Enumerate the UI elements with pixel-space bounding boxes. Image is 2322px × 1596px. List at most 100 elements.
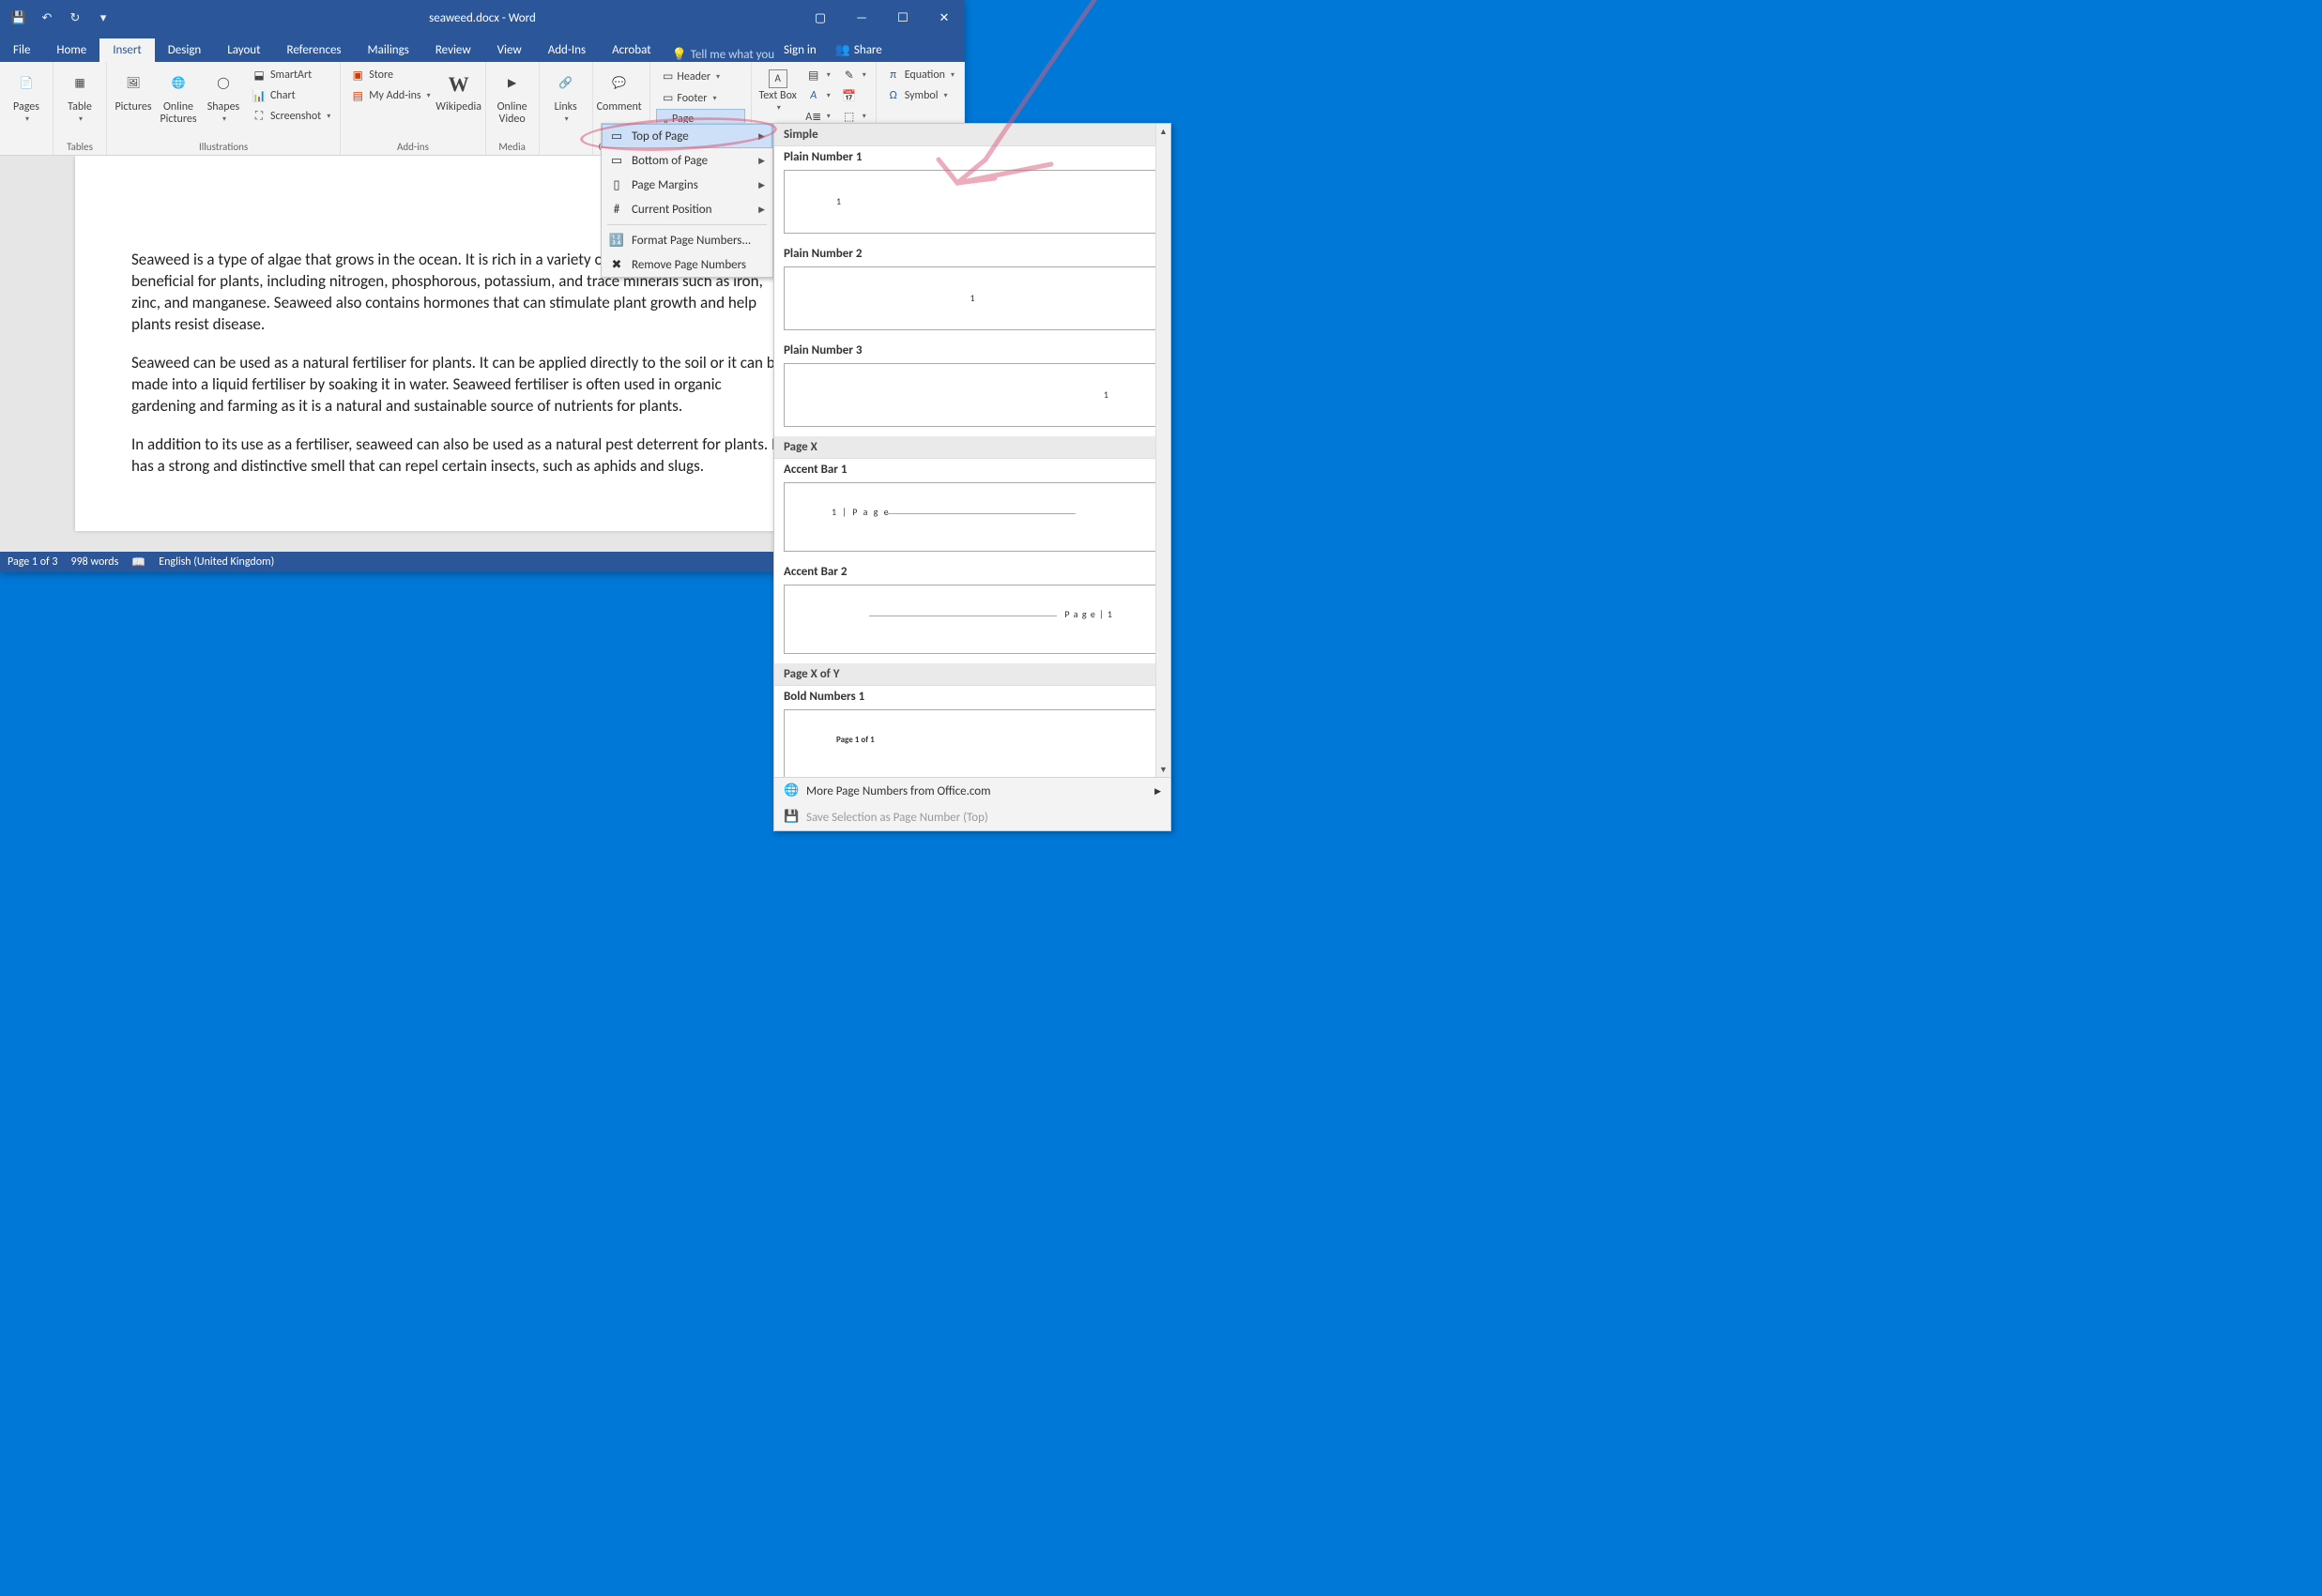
gallery-item-plain-number-1[interactable]: 1 — [784, 170, 1161, 234]
page-icon: 📄 — [11, 69, 41, 99]
share-icon: 👥 — [835, 43, 850, 57]
tab-insert[interactable]: Insert — [99, 38, 155, 62]
menu-page-margins[interactable]: ▯ Page Margins ▶ — [602, 173, 772, 197]
menu-current-position[interactable]: # Current Position ▶ — [602, 197, 772, 221]
status-page[interactable]: Page 1 of 3 — [8, 555, 58, 569]
wordart-icon: A — [806, 88, 821, 103]
status-words[interactable]: 998 words — [71, 555, 119, 569]
addins-icon: ▤ — [350, 88, 365, 103]
header-label: Header — [677, 70, 710, 84]
my-addins-label: My Add-ins — [369, 89, 420, 102]
online-video-button[interactable]: ▶ Online Video — [492, 66, 533, 126]
page-bottom-icon: ▭ — [609, 153, 624, 168]
paragraph[interactable]: In addition to its use as a fertiliser, … — [131, 434, 788, 478]
table-button[interactable]: ▦ Table — [59, 66, 100, 124]
online-pictures-button[interactable]: 🌐 Online Pictures — [158, 66, 199, 126]
spellcheck-icon[interactable]: 📖 — [131, 555, 145, 570]
screenshot-button[interactable]: ⛶Screenshot — [248, 107, 334, 126]
sign-in-link[interactable]: Sign in — [774, 38, 826, 62]
my-addins-button[interactable]: ▤ My Add-ins — [346, 86, 434, 105]
wikipedia-icon: W — [444, 69, 474, 99]
tab-review[interactable]: Review — [422, 38, 484, 62]
textbox-button[interactable]: A Text Box — [757, 66, 799, 113]
gallery-item-plain-number-2[interactable]: 1 — [784, 266, 1161, 330]
gallery-section-pagex: Page X — [774, 436, 1170, 459]
tab-view[interactable]: View — [484, 38, 535, 62]
equation-button[interactable]: πEquation — [882, 66, 958, 84]
ribbon-tabs: File Home Insert Design Layout Reference… — [0, 36, 965, 62]
group-label-links — [545, 139, 587, 153]
smartart-icon: ⬓ — [252, 68, 267, 83]
menu-label: Top of Page — [632, 129, 689, 144]
quick-parts-button[interactable]: ▤ — [802, 66, 834, 84]
shapes-button[interactable]: ◯ Shapes — [203, 66, 244, 124]
wikipedia-button[interactable]: W Wikipedia — [438, 66, 480, 114]
tab-references[interactable]: References — [274, 38, 355, 62]
preview-digit: 1 — [836, 195, 841, 207]
gallery-item-label: Plain Number 2 — [774, 243, 1170, 263]
signature-button[interactable]: ✎ — [838, 66, 870, 84]
pages-button[interactable]: 📄 Pages — [6, 66, 47, 124]
more-page-numbers[interactable]: 🌐 More Page Numbers from Office.com ▶ — [774, 778, 1170, 804]
table-icon: ▦ — [65, 69, 95, 99]
chevron-right-icon: ▶ — [758, 205, 765, 215]
group-tables: ▦ Table Tables — [53, 62, 107, 155]
footer-button[interactable]: ▭Footer — [656, 87, 745, 109]
symbol-label: Symbol — [905, 89, 939, 102]
gallery-scroll-area[interactable]: Simple Plain Number 1 1 Plain Number 2 1… — [774, 124, 1170, 777]
object-icon: ⬚ — [842, 109, 857, 124]
ribbon-display-icon[interactable]: ▢ — [800, 0, 841, 36]
scroll-up-icon[interactable]: ▲ — [1156, 124, 1170, 139]
scroll-down-icon[interactable]: ▼ — [1156, 762, 1170, 777]
menu-remove-page-numbers[interactable]: ✖ Remove Page Numbers — [602, 252, 772, 277]
gallery-item-accent-bar-1[interactable]: 1 | P a g e — [784, 482, 1161, 552]
wordart-button[interactable]: A — [802, 86, 834, 105]
tab-design[interactable]: Design — [155, 38, 214, 62]
lightbulb-icon: 💡 — [672, 48, 687, 62]
chart-button[interactable]: 📊Chart — [248, 86, 334, 105]
tab-mailings[interactable]: Mailings — [355, 38, 422, 62]
symbol-button[interactable]: ΩSymbol — [882, 86, 958, 105]
office-icon: 🌐 — [784, 783, 799, 798]
header-button[interactable]: ▭Header — [656, 66, 745, 87]
gallery-item-accent-bar-2[interactable]: P a g e | 1 — [784, 585, 1161, 654]
maximize-button[interactable]: ☐ — [882, 0, 924, 36]
qat-customize-icon[interactable]: ▾ — [90, 5, 116, 31]
tab-file[interactable]: File — [0, 38, 43, 62]
tab-acrobat[interactable]: Acrobat — [599, 38, 665, 62]
redo-icon[interactable]: ↻ — [62, 5, 88, 31]
pictures-button[interactable]: 🖼 Pictures — [113, 66, 154, 114]
store-label: Store — [369, 68, 393, 82]
smartart-button[interactable]: ⬓SmartArt — [248, 66, 334, 84]
save-selection: 💾 Save Selection as Page Number (Top) — [774, 804, 1170, 830]
menu-top-of-page[interactable]: ▭ Top of Page ▶ — [602, 124, 772, 148]
group-label-pages — [6, 139, 47, 153]
gallery-item-label: Accent Bar 1 — [774, 459, 1170, 479]
date-time-button[interactable]: 📅 — [838, 86, 870, 105]
minimize-button[interactable]: — — [841, 0, 882, 36]
links-button[interactable]: 🔗 Links — [545, 66, 587, 124]
pages-label: Pages — [13, 101, 39, 114]
gallery-item-plain-number-3[interactable]: 1 — [784, 363, 1161, 427]
group-label-addins: Add-ins — [346, 139, 479, 153]
comment-button[interactable]: 💬 Comment — [599, 66, 640, 114]
gallery-item-bold-numbers-1[interactable]: Page 1 of 1 — [784, 709, 1161, 777]
close-button[interactable]: ✕ — [924, 0, 965, 36]
tell-me-search[interactable]: 💡 Tell me what you — [672, 48, 774, 62]
menu-label: Format Page Numbers... — [632, 234, 751, 248]
paragraph[interactable]: Seaweed can be used as a natural fertili… — [131, 353, 788, 418]
gallery-scrollbar[interactable]: ▲ ▼ — [1155, 124, 1170, 777]
store-button[interactable]: ▣Store — [346, 66, 434, 84]
undo-icon[interactable]: ↶ — [34, 5, 60, 31]
group-illustrations: 🖼 Pictures 🌐 Online Pictures ◯ Shapes ⬓S… — [107, 62, 341, 155]
save-icon[interactable]: 💾 — [6, 5, 32, 31]
menu-format-page-numbers[interactable]: 🔢 Format Page Numbers... — [602, 228, 772, 252]
tab-layout[interactable]: Layout — [214, 38, 273, 62]
menu-bottom-of-page[interactable]: ▭ Bottom of Page ▶ — [602, 148, 772, 173]
group-pages: 📄 Pages — [0, 62, 53, 155]
group-label-tables: Tables — [59, 139, 100, 153]
share-button[interactable]: 👥 Share — [826, 38, 892, 62]
tab-addins[interactable]: Add-Ins — [535, 38, 599, 62]
tab-home[interactable]: Home — [43, 38, 99, 62]
status-language[interactable]: English (United Kingdom) — [159, 555, 274, 569]
